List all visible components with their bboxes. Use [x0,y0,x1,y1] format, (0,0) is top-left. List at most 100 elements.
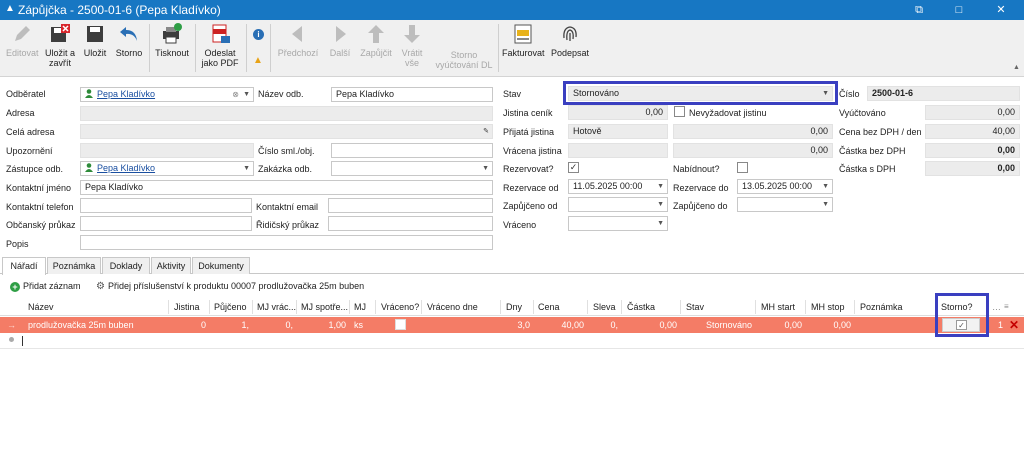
col-returned-day[interactable]: Vráceno dne [427,302,478,312]
save-button[interactable]: Uložit [82,23,108,58]
cell-days[interactable]: 3,0 [500,320,530,330]
delete-row-icon[interactable]: ✕ [1009,318,1019,332]
deposit-list-field[interactable]: 0,00 [568,105,668,120]
cell-mj[interactable]: ks [354,320,363,330]
col-returned-q[interactable]: Vráceno? [381,302,419,312]
print-button[interactable]: Tisknout [154,23,190,58]
save-close-button[interactable]: Uložit a zavřít [44,23,76,68]
table-row[interactable]: → prodlužovačka 25m buben 0 1, 0, 1,00 k… [0,317,1024,333]
cell-name[interactable]: prodlužovačka 25m buben [28,320,134,330]
cell-lent[interactable]: 1, [214,320,249,330]
cell-state[interactable]: Stornováno [686,320,752,330]
col-name[interactable]: Název [28,302,54,312]
tab-activities[interactable]: Aktivity [151,257,191,274]
reserve-to-field[interactable]: 13.05.2025 00:00 ▼ [737,179,833,194]
cell-price[interactable]: 40,00 [538,320,584,330]
add-accessory-button[interactable]: ⚙ Přidej příslušenství k produktu 00007 p… [96,281,364,292]
col-lent[interactable]: Půjčeno [214,302,247,312]
edit-button[interactable]: Editovat [6,23,39,58]
col-more[interactable]: … [992,302,1001,312]
pencil-icon[interactable]: ✎ [483,125,489,138]
col-amount[interactable]: Částka [627,302,655,312]
sign-button[interactable]: Podepsat [550,23,590,58]
sort-icon[interactable]: ≡ [1004,302,1009,311]
lend-button[interactable]: Zapůjčit [358,23,394,58]
restore-window-button[interactable]: ⧉ [906,2,932,18]
chevron-down-icon[interactable]: ▼ [243,88,250,101]
contract-no-field[interactable] [331,143,493,158]
reserve-from-field[interactable]: 11.05.2025 00:00 ▼ [568,179,668,194]
previous-button[interactable]: Předchozí [276,23,320,58]
cell-mj-consumed[interactable]: 1,00 [301,320,346,330]
cancel-button[interactable]: Storno [114,23,144,58]
full-address-field[interactable]: ✎ [80,124,493,139]
col-discount[interactable]: Sleva [593,302,616,312]
warning-icon[interactable]: ▲ [253,55,264,66]
deposit-recv-field[interactable]: 0,00 [673,124,833,139]
cell-mj-returned[interactable]: 0, [257,320,293,330]
close-window-button[interactable]: ✕ [988,2,1014,18]
chevron-down-icon[interactable]: ▼ [657,180,664,193]
tab-files[interactable]: Dokumenty [192,257,250,274]
chevron-down-icon[interactable]: ▼ [482,162,489,175]
customer-name-field[interactable]: Pepa Kladívko [331,87,493,102]
license-field[interactable] [328,216,493,231]
note-field[interactable] [80,235,493,250]
tab-tools[interactable]: Nářadí [2,257,46,275]
cell-amount[interactable]: 0,00 [627,320,677,330]
cell-discount[interactable]: 0, [593,320,618,330]
col-deposit[interactable]: Jistina [174,302,200,312]
number-field[interactable]: 2500-01-6 [867,86,1020,101]
next-button[interactable]: Další [324,23,356,58]
warning-field[interactable] [80,143,254,158]
col-days[interactable]: Dny [506,302,522,312]
customer-field[interactable]: Pepa Kladívko ⊗ ▼ [80,87,254,102]
returned-field[interactable]: ▼ [568,216,668,231]
return-all-button[interactable]: Vrátit vše [396,23,428,68]
address-field[interactable] [80,106,493,121]
id-card-field[interactable] [80,216,252,231]
col-mh-stop[interactable]: MH stop [811,302,845,312]
tab-documents-list[interactable]: Doklady [102,257,150,274]
invoice-button[interactable]: Fakturovat [502,23,545,58]
chevron-down-icon[interactable]: ▼ [822,180,829,193]
no-deposit-checkbox[interactable] [674,106,685,117]
new-row[interactable] [0,334,1024,349]
cancel-settlement-button[interactable]: Storno vyúčtování DL [434,50,494,70]
reserve-checkbox[interactable]: ✓ [568,162,579,173]
chevron-down-icon[interactable]: ▼ [822,198,829,211]
returned-checkbox[interactable] [395,319,406,330]
col-mj[interactable]: MJ [354,302,366,312]
cell-mh-start[interactable]: 0,00 [761,320,802,330]
cell-mh-stop[interactable]: 0,00 [811,320,851,330]
lent-from-field[interactable]: ▼ [568,197,668,212]
amount-novat-field[interactable]: 0,00 [925,143,1020,158]
contact-name-field[interactable]: Pepa Kladívko [80,180,493,195]
add-record-button[interactable]: + Přidat záznam [10,281,81,292]
rep-field[interactable]: Pepa Kladívko ▼ [80,161,254,176]
chevron-down-icon[interactable]: ▼ [243,162,250,175]
collapse-ribbon-icon[interactable]: ▲ [1013,64,1020,71]
col-state[interactable]: Stav [686,302,704,312]
contact-phone-field[interactable] [80,198,252,213]
order-field[interactable]: ▼ [331,161,493,176]
col-mh-start[interactable]: MH start [761,302,795,312]
lent-to-field[interactable]: ▼ [737,197,833,212]
info-icon[interactable]: i [253,29,264,40]
billed-field[interactable]: 0,00 [925,105,1020,120]
clear-icon[interactable]: ⊗ [232,88,239,101]
chevron-down-icon[interactable]: ▼ [657,217,664,230]
contact-email-field[interactable] [328,198,493,213]
chevron-down-icon[interactable]: ▼ [657,198,664,211]
tab-note[interactable]: Poznámka [47,257,101,274]
price-day-field[interactable]: 40,00 [925,124,1020,139]
col-mj-consumed[interactable]: MJ spotře... [301,302,348,312]
col-price[interactable]: Cena [538,302,560,312]
deposit-ret-type-field[interactable] [568,143,668,158]
offer-checkbox[interactable] [737,162,748,173]
col-mj-returned[interactable]: MJ vrác... [257,302,296,312]
send-pdf-button[interactable]: Odeslat jako PDF [200,23,240,68]
cell-deposit[interactable]: 0 [174,320,206,330]
deposit-ret-field[interactable]: 0,00 [673,143,833,158]
amount-vat-field[interactable]: 0,00 [925,161,1020,176]
